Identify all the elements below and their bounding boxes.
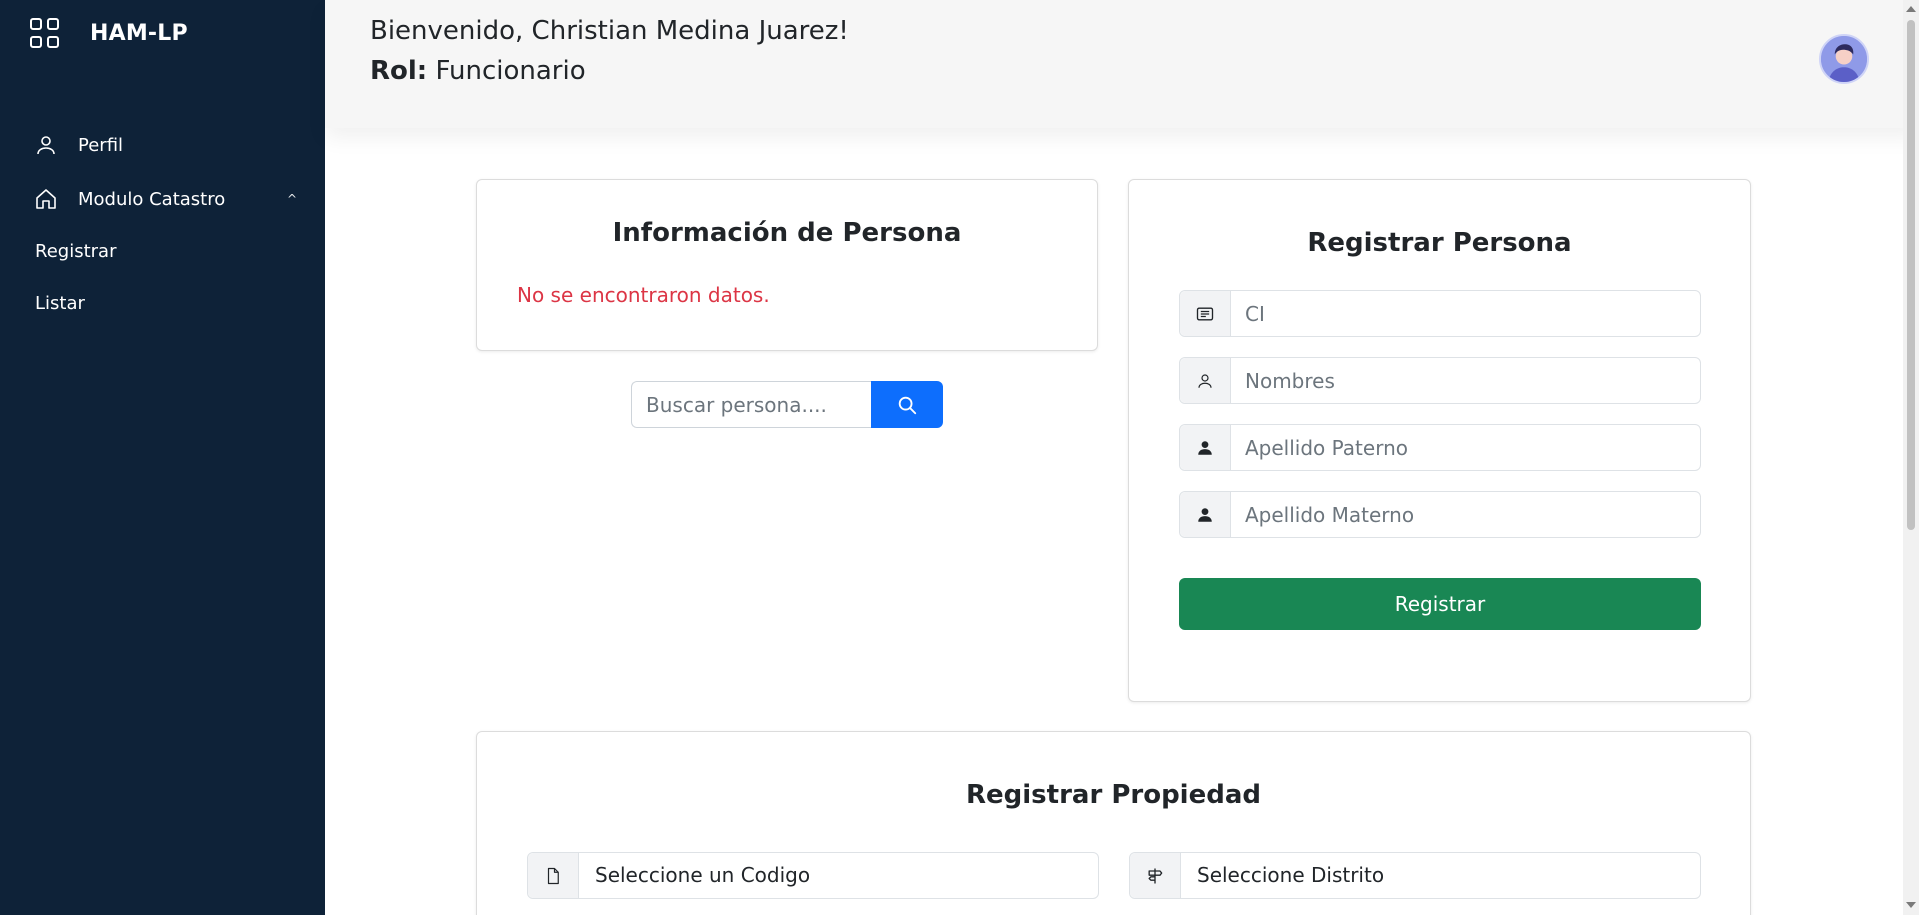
distrito-select[interactable]: Seleccione Distrito: [1129, 852, 1701, 899]
user-filled-icon: [1198, 440, 1212, 455]
sidebar-item-label: Perfil: [78, 134, 124, 156]
apellido-paterno-field-group: [1179, 424, 1701, 471]
addon: [1180, 425, 1231, 470]
scroll-down-icon[interactable]: [1906, 902, 1916, 908]
no-data-message: No se encontraron datos.: [517, 283, 770, 307]
user-filled-icon: [1198, 507, 1212, 522]
home-icon: [36, 189, 56, 209]
search-input[interactable]: [631, 381, 871, 428]
avatar[interactable]: [1819, 34, 1869, 84]
welcome-message: Bienvenido, Christian Medina Juarez!: [370, 16, 849, 46]
user-icon: [37, 136, 55, 155]
addon: [528, 853, 579, 898]
ci-input[interactable]: [1231, 291, 1700, 336]
ci-field-group: [1179, 290, 1701, 337]
apellido-paterno-input[interactable]: [1231, 425, 1700, 470]
distrito-select-value: Seleccione Distrito: [1197, 863, 1385, 887]
addon: [1130, 853, 1181, 898]
sidebar-subitem-listar[interactable]: Listar: [0, 278, 325, 330]
person-info-card: Información de Persona No se encontraron…: [476, 179, 1098, 351]
register-person-title: Registrar Persona: [1307, 228, 1572, 258]
codigo-select-value: Seleccione un Codigo: [595, 863, 811, 887]
search-icon: [898, 396, 917, 414]
register-property-card: Registrar Propiedad Seleccione un Codigo…: [476, 731, 1751, 915]
brand[interactable]: HAM-LP: [30, 18, 188, 48]
nombres-field-group: [1179, 357, 1701, 404]
apellido-materno-field-group: [1179, 491, 1701, 538]
avatar-icon: [1821, 36, 1867, 82]
nombres-input[interactable]: [1231, 358, 1700, 403]
chevron-up-icon[interactable]: ^: [287, 192, 297, 206]
sidebar: HAM-LP Perfil Modulo Catastro ^ Registra…: [0, 0, 325, 915]
person-info-title: Información de Persona: [612, 218, 962, 248]
sidebar-item-label: Modulo Catastro: [78, 188, 226, 210]
sidebar-item-modulo-catastro[interactable]: Modulo Catastro ^: [0, 172, 325, 226]
addon: [1180, 358, 1231, 403]
addon: [1180, 291, 1231, 336]
scroll-up-icon[interactable]: [1906, 6, 1916, 12]
brand-title: HAM-LP: [90, 20, 188, 46]
sidebar-nav: Perfil Modulo Catastro ^ Registrar Lista…: [0, 118, 325, 330]
person-search: [631, 381, 943, 428]
role-line: Rol: Funcionario: [370, 56, 586, 86]
role-value: Funcionario: [435, 56, 586, 86]
id-card-icon: [1196, 307, 1214, 320]
grid-icon: [30, 18, 60, 48]
codigo-select[interactable]: Seleccione un Codigo: [527, 852, 1099, 899]
sidebar-subitem-registrar[interactable]: Registrar: [0, 226, 325, 278]
search-button[interactable]: [871, 381, 943, 428]
file-icon: [547, 867, 559, 884]
role-label: Rol:: [370, 56, 428, 86]
page-scrollbar[interactable]: [1903, 0, 1919, 915]
scroll-thumb[interactable]: [1907, 20, 1915, 530]
sidebar-item-perfil[interactable]: Perfil: [0, 118, 325, 172]
register-person-card: Registrar Persona CI Nombres Apellido Pa…: [1128, 179, 1751, 702]
apellido-materno-input[interactable]: [1231, 492, 1700, 537]
top-header: Bienvenido, Christian Medina Juarez! Rol…: [325, 0, 1919, 128]
signpost-icon: [1148, 868, 1163, 883]
addon: [1180, 492, 1231, 537]
register-property-title: Registrar Propiedad: [966, 780, 1261, 810]
user-outline-icon: [1198, 373, 1212, 388]
register-person-button[interactable]: Registrar: [1179, 578, 1701, 630]
